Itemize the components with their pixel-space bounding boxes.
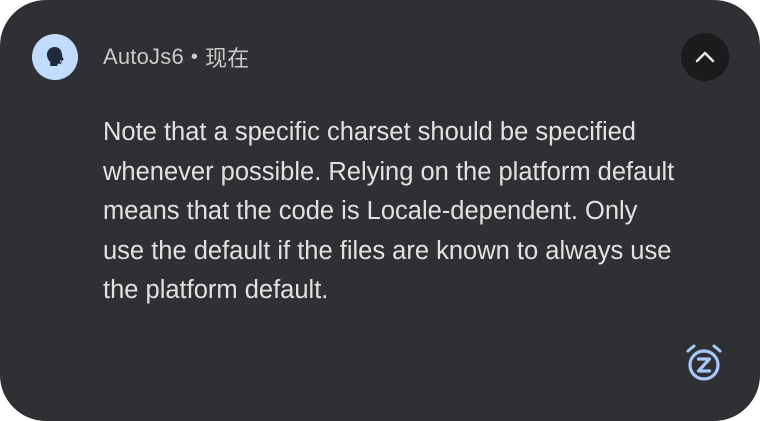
- app-meta: AutoJs6 • 现在: [103, 41, 250, 73]
- snooze-button[interactable]: [682, 341, 726, 385]
- notification-time: 现在: [205, 46, 250, 71]
- notification-message: Note that a specific charset should be s…: [103, 118, 675, 304]
- notification-header: 6 AutoJs6 • 现在: [32, 34, 250, 80]
- chevron-up-icon: [695, 51, 715, 63]
- notification-card[interactable]: 6 AutoJs6 • 现在 Note that a specific char…: [0, 0, 760, 421]
- snooze-icon: [686, 344, 722, 381]
- meta-separator: •: [190, 45, 199, 68]
- autojs6-app-icon: 6: [46, 47, 64, 66]
- collapse-button[interactable]: [681, 33, 729, 81]
- app-name: AutoJs6: [103, 44, 184, 69]
- app-icon: 6: [32, 34, 78, 80]
